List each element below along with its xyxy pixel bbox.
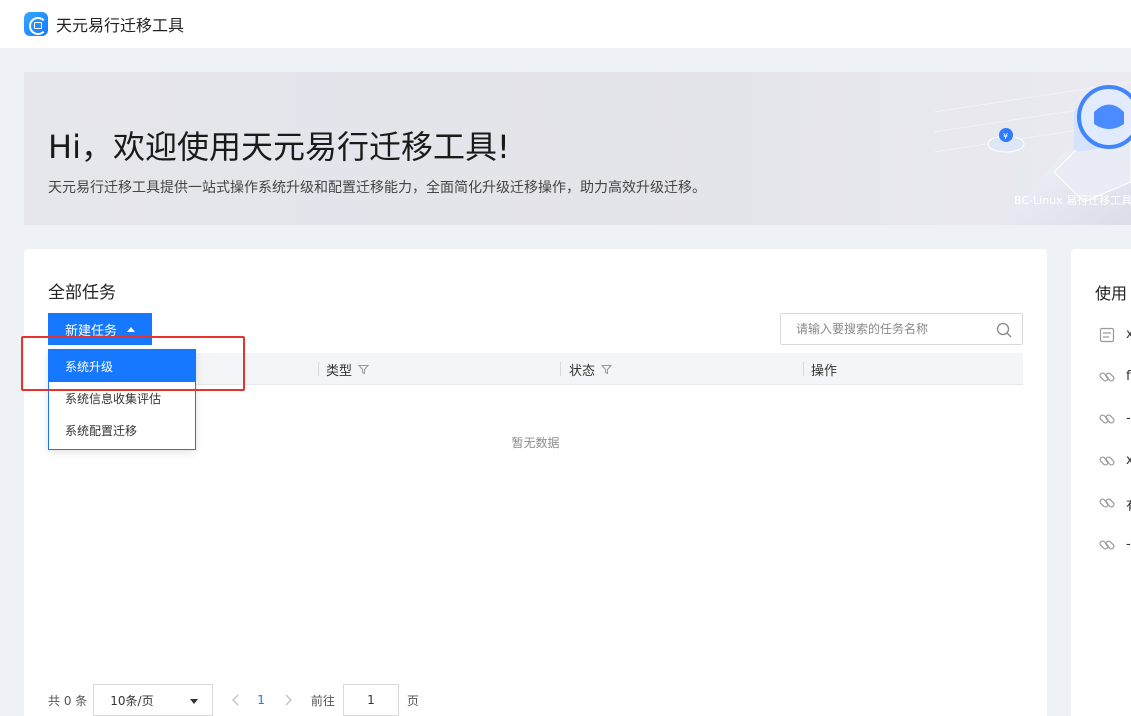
usage-panel-title: 使用 <box>1095 284 1128 303</box>
page-unit: 页 <box>406 693 419 708</box>
next-page-icon[interactable] <box>281 693 295 707</box>
usage-item-text[interactable]: x <box>1126 453 1131 468</box>
link-icon <box>1099 456 1115 466</box>
welcome-banner: Hi，欢迎使用天元易行迁移工具! 天元易行迁移工具提供一站式操作系统升级和配置迁… <box>24 72 1131 225</box>
document-icon <box>1099 327 1115 343</box>
column-status[interactable]: 状态 <box>569 353 613 385</box>
caret-up-icon <box>127 326 135 332</box>
app-logo-icon <box>24 12 48 36</box>
link-icon <box>1099 540 1115 550</box>
new-task-label: 新建任务 <box>64 322 117 338</box>
new-task-dropdown: 系统升级 系统信息收集评估 系统配置迁移 <box>48 349 196 450</box>
usage-item-text[interactable]: - <box>1126 411 1131 426</box>
link-icon <box>1099 498 1115 508</box>
menu-item-config-migration[interactable]: 系统配置迁移 <box>49 414 195 446</box>
pagination: 共 0 条 10条/页 1 前往 页 <box>48 684 419 716</box>
column-type[interactable]: 类型 <box>326 353 370 385</box>
task-panel: 全部任务 新建任务 类型 状态 操作 <box>24 249 1047 716</box>
banner-art-caption: BC-Linux 易行迁移工具 <box>1014 194 1131 207</box>
caret-down-icon <box>190 699 199 704</box>
usage-panel: 使用 x f - x 有 - <box>1071 249 1131 716</box>
top-bar: 天元易行迁移工具 <box>0 0 1131 48</box>
page-number[interactable]: 1 <box>257 693 265 707</box>
filter-icon[interactable] <box>358 364 370 375</box>
page-size-select[interactable]: 10条/页 <box>93 684 214 716</box>
column-type-label: 类型 <box>326 363 353 379</box>
usage-item-text[interactable]: f <box>1126 369 1131 384</box>
task-search[interactable] <box>780 313 1023 345</box>
usage-item-text[interactable]: x <box>1126 327 1131 342</box>
svg-text:¥: ¥ <box>1003 132 1008 141</box>
link-icon <box>1099 414 1115 424</box>
app-title: 天元易行迁移工具 <box>56 16 185 35</box>
link-icon <box>1099 372 1115 382</box>
filter-icon[interactable] <box>601 364 613 375</box>
section-title: 全部任务 <box>48 283 116 303</box>
column-divider <box>560 362 561 376</box>
column-status-label: 状态 <box>569 363 596 379</box>
search-icon[interactable] <box>996 322 1012 338</box>
goto-page-input[interactable] <box>342 684 399 716</box>
task-search-input[interactable] <box>796 322 986 336</box>
column-divider <box>803 362 804 376</box>
banner-title: Hi，欢迎使用天元易行迁移工具! <box>48 128 510 166</box>
total-count: 共 0 条 <box>48 693 88 708</box>
menu-item-info-collection[interactable]: 系统信息收集评估 <box>49 382 195 414</box>
menu-item-system-upgrade[interactable]: 系统升级 <box>49 350 195 382</box>
usage-item-text[interactable]: - <box>1126 537 1131 552</box>
usage-item-text[interactable]: 有 <box>1126 495 1131 514</box>
prev-page-icon[interactable] <box>229 693 243 707</box>
banner-description: 天元易行迁移工具提供一站式操作系统升级和配置迁移能力，全面简化升级迁移操作，助力… <box>48 180 706 196</box>
new-task-button[interactable]: 新建任务 <box>48 313 152 345</box>
column-actions: 操作 <box>811 363 838 379</box>
goto-label: 前往 <box>310 693 335 708</box>
column-divider <box>318 362 319 376</box>
banner-illustration: ¥ BC-Linux 易行迁移工具 <box>934 81 1131 225</box>
